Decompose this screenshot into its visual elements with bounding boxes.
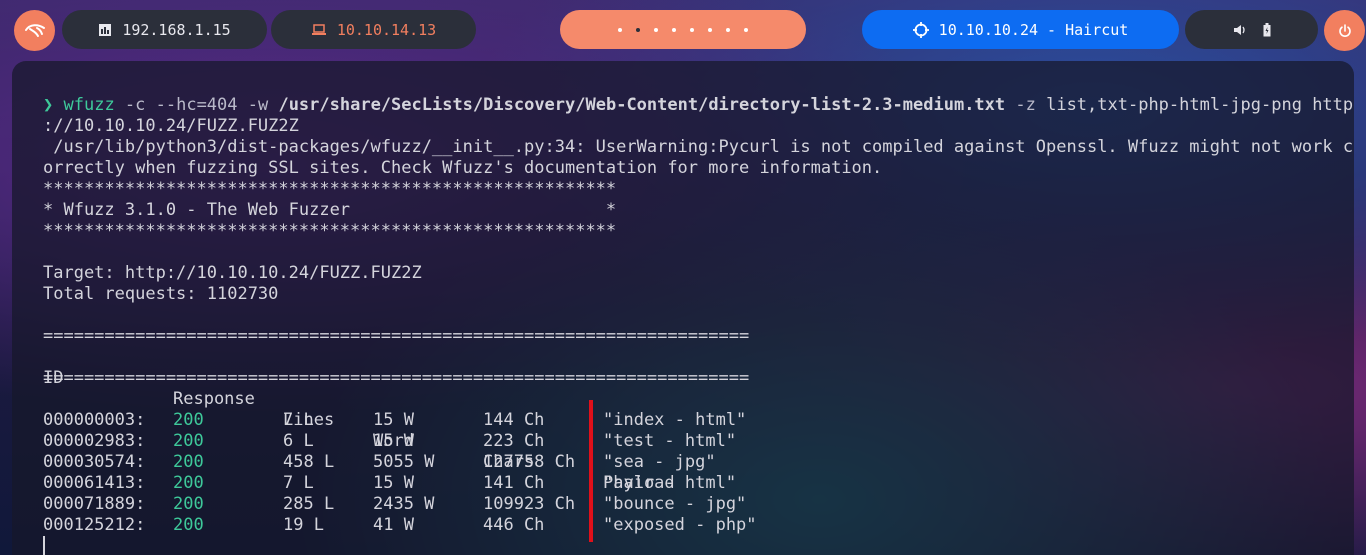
workspace-dot-4[interactable] (672, 27, 676, 32)
row-payload: "sea - jpg" (603, 452, 716, 472)
terminal-window[interactable]: ❯ wfuzz -c --hc=404 -w /usr/share/SecLis… (12, 61, 1354, 555)
row-lines: 6 L (283, 431, 314, 451)
top-bar: 192.168.1.15 10.10.14.13 10.10.10.24 - H… (0, 0, 1366, 60)
row-chars: 446 Ch (483, 515, 545, 535)
target-pill: 10.10.10.24 - Haircut (862, 10, 1179, 49)
banner-stars-top: ****************************************… (43, 179, 617, 199)
row-id: 000071889: (43, 494, 146, 514)
row-lines: 7 L (283, 473, 314, 493)
system-tray (1185, 10, 1318, 49)
total-requests-line: Total requests: 1102730 (43, 284, 279, 304)
results-highlight-bar (589, 400, 593, 542)
warning-line-1: /usr/lib/python3/dist-packages/wfuzz/__i… (43, 137, 1354, 157)
row-id: 000030574: (43, 452, 146, 472)
target-url-line: Target: http://10.10.10.24/FUZZ.FUZ2Z (43, 263, 422, 283)
kali-dragon-icon (24, 23, 45, 37)
monitor-chart-icon (99, 23, 112, 36)
row-payload: "index - html" (603, 410, 747, 430)
row-chars: 144 Ch (483, 410, 545, 430)
local-ip-text: 192.168.1.15 (122, 20, 231, 39)
volume-icon[interactable] (1233, 24, 1247, 36)
row-response: 200 (173, 410, 204, 430)
header-response: Response (173, 389, 255, 409)
row-chars: 223 Ch (483, 431, 545, 451)
row-words: 15 W (373, 473, 414, 493)
row-chars: 109923 Ch (483, 494, 576, 514)
row-id: 000125212: (43, 515, 146, 535)
row-lines: 19 L (283, 515, 324, 535)
row-response: 200 (173, 452, 204, 472)
command-args-z: -z (1005, 95, 1047, 115)
header-rule-bottom: ========================================… (43, 368, 750, 388)
workspace-dot-8[interactable] (744, 27, 748, 32)
local-ip-pill: 192.168.1.15 (62, 10, 267, 49)
workspace-dot-3[interactable] (654, 27, 658, 32)
workspace-dot-2[interactable] (636, 27, 640, 32)
command-url: ://10.10.10.24/FUZZ.FUZ2Z (43, 116, 299, 136)
row-response: 200 (173, 431, 204, 451)
row-words: 15 W (373, 431, 414, 451)
row-lines: 458 L (283, 452, 335, 472)
command-wordlist: /usr/share/SecLists/Discovery/Web-Conten… (278, 95, 1006, 115)
command-bin: wfuzz (63, 95, 115, 115)
row-chars: 127758 Ch (483, 452, 576, 472)
vpn-ip-pill: 10.10.14.13 (271, 10, 476, 49)
workspace-dot-7[interactable] (726, 27, 730, 32)
vpn-ip-text: 10.10.14.13 (336, 20, 437, 39)
workspace-dot-6[interactable] (708, 27, 712, 32)
menu-button[interactable] (14, 10, 55, 51)
header-rule-top: ========================================… (43, 326, 750, 346)
row-chars: 141 Ch (483, 473, 545, 493)
banner-title: * Wfuzz 3.1.0 - The Web Fuzzer * (43, 200, 617, 220)
row-words: 5055 W (373, 452, 435, 472)
command-line: ❯ wfuzz -c --hc=404 -w /usr/share/SecLis… (43, 95, 1353, 116)
row-payload: "hair - html" (603, 473, 737, 493)
prompt-symbol: ❯ (43, 95, 54, 115)
warning-line-2: orrectly when fuzzing SSL sites. Check W… (43, 158, 883, 178)
workspace-dot-5[interactable] (690, 27, 694, 32)
row-words: 41 W (373, 515, 414, 535)
power-button[interactable] (1324, 10, 1365, 51)
crosshair-icon (912, 21, 929, 38)
row-response: 200 (173, 515, 204, 535)
row-words: 2435 W (373, 494, 435, 514)
command-payload: list,txt-php-html-jpg-png http (1046, 95, 1354, 115)
banner-stars-bottom: ****************************************… (43, 221, 617, 241)
terminal-cursor (43, 536, 45, 555)
row-payload: "exposed - php" (603, 515, 757, 535)
row-id: 000002983: (43, 431, 146, 451)
row-response: 200 (173, 473, 204, 493)
laptop-icon (311, 23, 326, 35)
target-text: 10.10.10.24 - Haircut (938, 20, 1129, 39)
row-payload: "bounce - jpg" (603, 494, 747, 514)
command-args: -c --hc=404 -w (114, 95, 279, 115)
row-payload: "test - html" (603, 431, 737, 451)
battery-icon[interactable] (1263, 22, 1271, 37)
power-icon (1338, 23, 1351, 37)
workspace-dot-1[interactable] (618, 27, 622, 32)
row-id: 000061413: (43, 473, 146, 493)
row-lines: 7 L (283, 410, 314, 430)
row-response: 200 (173, 494, 204, 514)
row-lines: 285 L (283, 494, 335, 514)
workspace-switcher[interactable] (560, 10, 806, 49)
row-id: 000000003: (43, 410, 146, 430)
row-words: 15 W (373, 410, 414, 430)
